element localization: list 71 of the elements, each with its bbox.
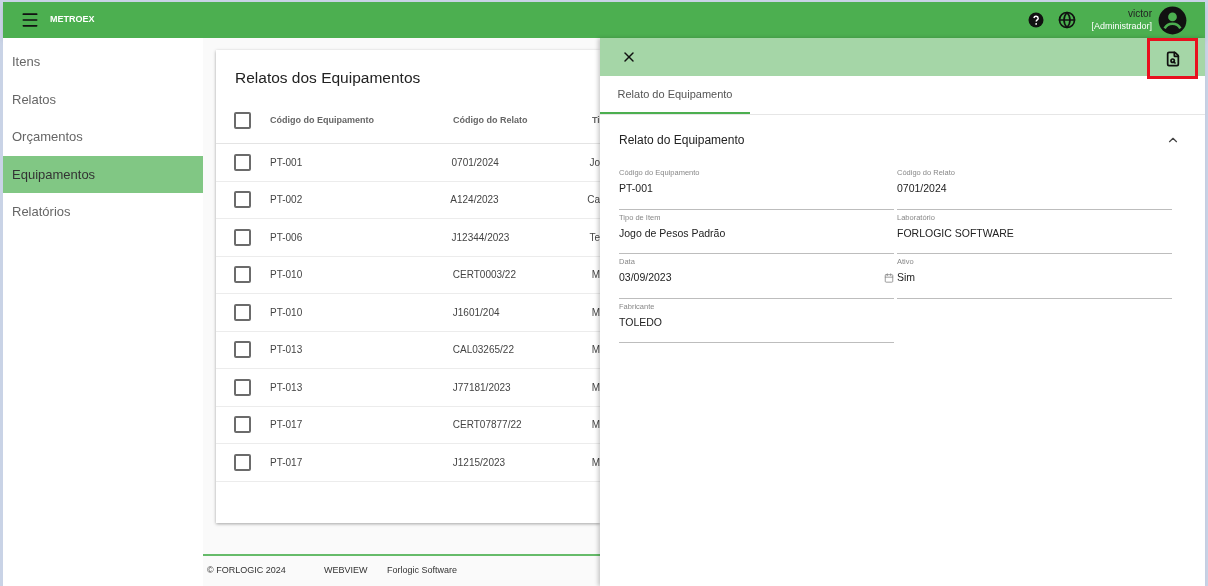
checkbox[interactable]	[234, 153, 251, 171]
checkbox[interactable]	[234, 191, 251, 209]
app-brand: METROEX	[50, 13, 95, 27]
language-globe-icon[interactable]	[1058, 11, 1077, 29]
table-row[interactable]: PT-013 J77181/2023 M	[216, 369, 600, 407]
menu-icon[interactable]	[20, 10, 40, 30]
table-row[interactable]: PT-001 0701/2024 Jo	[216, 144, 600, 182]
table-cell-text: PT-017	[270, 455, 304, 470]
table-row[interactable]: PT-013 CAL03265/22 M	[216, 331, 600, 369]
table-cell-text: M	[591, 455, 600, 470]
table-cell-text: PT-002	[270, 193, 304, 208]
sidebar-item[interactable]: Orçamentos	[3, 118, 203, 156]
table-cell-text: M	[591, 418, 600, 433]
sidebar-item[interactable]: Relatos	[3, 80, 203, 118]
table-cell-text: Ca	[587, 193, 600, 208]
table-row[interactable]: PT-010 J1601/204 M	[216, 294, 600, 332]
table-cell-text: CERT0003/22	[452, 268, 517, 283]
table-cell-text: J1601/204	[452, 305, 501, 320]
sidebar-item[interactable]: Equipamentos	[3, 155, 203, 193]
table-row[interactable]: PT-017 CERT07877/22 M	[216, 406, 600, 444]
table-cell-text: CERT07877/22	[452, 418, 523, 433]
document-search-icon[interactable]	[1164, 50, 1181, 67]
table-cell-text: 0701/2024	[451, 155, 500, 170]
preview-button[interactable]	[1147, 38, 1198, 79]
checkbox[interactable]	[234, 378, 251, 396]
column-header[interactable]: Código do Relato	[453, 113, 592, 128]
table-cell-text: CAL03265/22	[452, 343, 515, 358]
table-cell-text: PT-017	[270, 418, 304, 433]
table-row[interactable]: PT-006 J12344/2023 Te	[216, 219, 600, 257]
checkbox[interactable]	[234, 303, 251, 321]
column-header[interactable]: Ti	[592, 113, 600, 128]
table-cell-text: Te	[589, 230, 600, 245]
table-cell-text: J77181/2023	[452, 380, 512, 395]
table-row[interactable]: PT-010 CERT0003/22 M	[216, 256, 600, 294]
table-cell-text: PT-006	[270, 230, 304, 245]
table-cell-text: M	[591, 305, 600, 320]
sidebar-item[interactable]: Relatórios	[3, 193, 203, 231]
close-button[interactable]	[621, 49, 637, 65]
table-cell-text: PT-001	[270, 155, 304, 170]
footer-text[interactable]: Forlogic Software	[387, 564, 458, 578]
user-avatar-icon[interactable]	[1158, 5, 1187, 35]
table-cell-text: M	[591, 268, 600, 283]
checkbox[interactable]	[234, 416, 251, 434]
checkbox[interactable]	[234, 266, 251, 284]
checkbox[interactable]	[234, 112, 251, 129]
calendar-icon[interactable]	[884, 272, 894, 283]
table-title: Relatos dos Equipamentos	[234, 68, 422, 88]
table-row[interactable]: PT-017 J1215/2023 M	[216, 444, 600, 482]
table-cell-text: J12344/2023	[451, 230, 511, 245]
table-row[interactable]: PT-002 A124/2023 Ca	[216, 181, 600, 219]
footer-text: © FORLOGIC 2024	[207, 564, 287, 578]
checkbox[interactable]	[234, 228, 251, 246]
table-cell-text: Jo	[589, 155, 600, 170]
table-cell-text: J1215/2023	[452, 455, 507, 470]
user-name: victor	[1128, 8, 1152, 20]
table-cell-text: PT-013	[270, 343, 304, 358]
table-cell-text: M	[591, 343, 600, 358]
checkbox[interactable]	[234, 341, 251, 359]
table-cell-text: PT-013	[270, 380, 304, 395]
table-cell-text: PT-010	[270, 268, 304, 283]
table-cell-text: M	[591, 380, 600, 395]
table-cell-text: PT-010	[270, 305, 304, 320]
footer-text[interactable]: WEBVIEW	[324, 564, 387, 578]
user-role: [Administrador]	[1091, 20, 1152, 32]
table-cell-text: A124/2023	[450, 193, 500, 208]
column-header[interactable]: Código do Equipamento	[270, 113, 453, 128]
sidebar-item[interactable]: Itens	[3, 43, 203, 81]
help-icon[interactable]	[1027, 11, 1046, 29]
section-title: Relato do Equipamento	[619, 132, 745, 149]
checkbox[interactable]	[234, 453, 251, 471]
drawer-tab[interactable]: Relato do Equipamento	[600, 76, 750, 114]
